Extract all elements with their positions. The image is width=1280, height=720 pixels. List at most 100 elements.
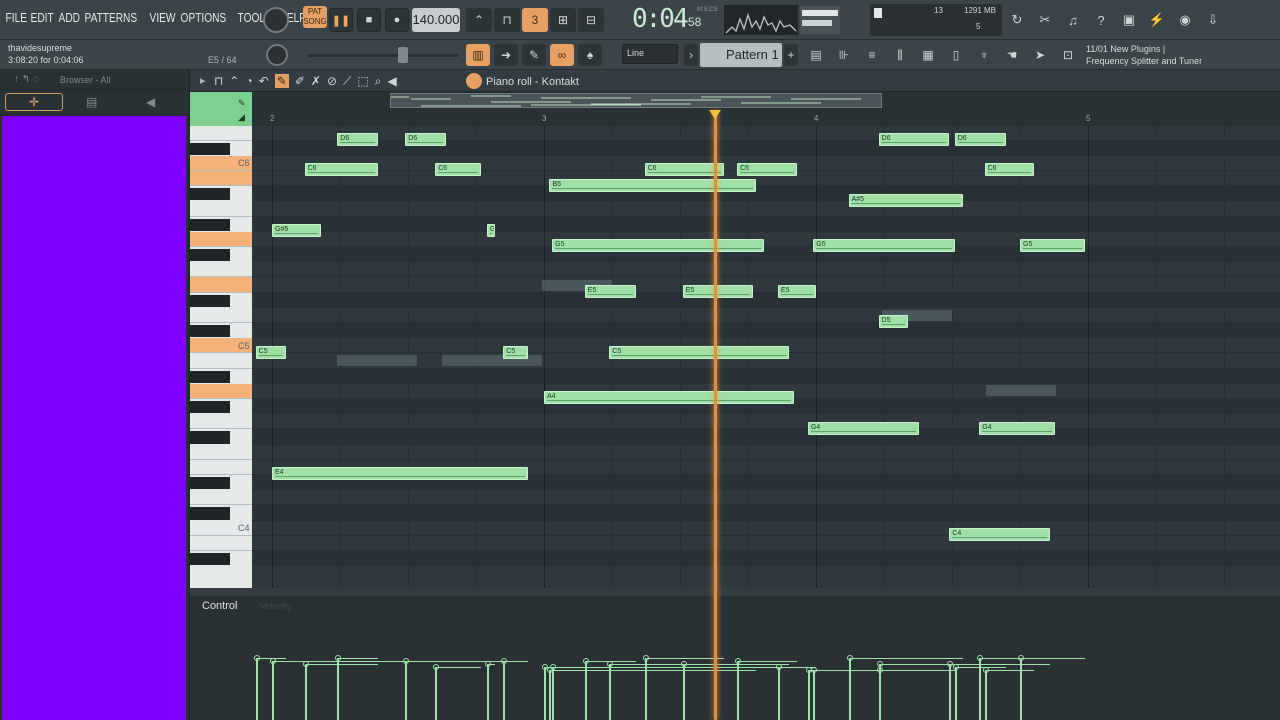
delete-icon[interactable]: ✗	[311, 74, 321, 88]
note-lane[interactable]	[252, 186, 1280, 202]
velocity-stem[interactable]	[949, 664, 952, 720]
note[interactable]: D6	[405, 133, 447, 146]
mixer-button[interactable]: ≡	[860, 44, 884, 66]
note[interactable]: A#5	[848, 193, 963, 207]
stop-button[interactable]: ■	[357, 8, 381, 32]
undo-history-button[interactable]: ↻	[1005, 8, 1029, 32]
speaker-icon[interactable]: ◀	[387, 74, 396, 88]
velocity-stem[interactable]	[549, 670, 552, 720]
velocity-stem[interactable]	[486, 664, 489, 720]
chat-button[interactable]: ◉	[1173, 8, 1197, 32]
note[interactable]: C6	[644, 163, 724, 177]
news-panel[interactable]: 11/01 New Plugins | Frequency Splitter an…	[1086, 43, 1202, 67]
control-label[interactable]: Control	[202, 600, 237, 612]
menu-arrow-icon[interactable]: ▸	[200, 74, 206, 87]
pattern-select[interactable]: Pattern 1	[700, 43, 782, 67]
browser-tab-audio[interactable]: ◀	[146, 95, 155, 109]
note[interactable]: D6	[337, 133, 379, 146]
touch-controller-button[interactable]: ☚	[1000, 44, 1024, 66]
note[interactable]: C5	[609, 345, 789, 359]
note-lane[interactable]	[252, 323, 1280, 339]
oscilloscope[interactable]	[724, 5, 798, 35]
white-key[interactable]	[190, 308, 252, 323]
playhead-marker[interactable]	[709, 110, 721, 119]
menu-options[interactable]: OPTIONS	[179, 10, 228, 25]
white-key[interactable]	[190, 414, 252, 430]
select-icon[interactable]: ⬚	[357, 74, 368, 88]
help-button[interactable]: ?	[1089, 8, 1113, 32]
white-key[interactable]	[190, 536, 252, 551]
playlist-button[interactable]: ▤	[804, 44, 828, 66]
black-key[interactable]	[190, 188, 230, 201]
note-lane[interactable]	[252, 429, 1280, 445]
black-key[interactable]	[190, 294, 230, 307]
undo-icon[interactable]: ↶	[259, 74, 269, 88]
note[interactable]: D6	[954, 133, 1007, 146]
wait-input-button[interactable]: ⊓	[494, 8, 520, 32]
pattern-add-button[interactable]: +	[784, 44, 798, 66]
browser-tab-all[interactable]: ✛	[5, 93, 63, 111]
note-lane[interactable]	[252, 308, 1280, 323]
velocity-stem[interactable]	[737, 661, 740, 720]
white-key[interactable]	[190, 231, 252, 247]
menu-file[interactable]: FILE	[4, 10, 29, 25]
note[interactable]: G#5	[486, 224, 496, 238]
white-key[interactable]	[190, 277, 252, 293]
blend-recording-button[interactable]: ⊟	[578, 8, 604, 32]
note[interactable]: B5	[549, 178, 757, 192]
metronome-icon[interactable]: ⌃	[229, 74, 239, 88]
step-edit-button[interactable]: ⊞	[550, 8, 576, 32]
white-key[interactable]	[190, 171, 252, 187]
snap-icon[interactable]: ◔	[245, 74, 252, 88]
white-key[interactable]	[190, 383, 252, 399]
velocity-stem[interactable]	[272, 661, 274, 720]
save-button[interactable]: ▣	[1117, 8, 1141, 32]
note-grid[interactable]: D6D6C6C6B5C6C6D6D6C6A#5G#5G#5G5G5G5E5E5E…	[252, 126, 1280, 588]
editor-divider[interactable]	[190, 588, 1280, 596]
black-key[interactable]	[190, 507, 230, 520]
note-lane[interactable]	[252, 490, 1280, 506]
velocity-stem[interactable]	[609, 664, 612, 720]
note-lane[interactable]	[252, 247, 1280, 263]
velocity-stem[interactable]	[503, 661, 506, 720]
channel-button[interactable]: ▦	[916, 44, 940, 66]
kontakt-plugin-icon[interactable]	[466, 73, 482, 89]
piano-roll-button[interactable]: ⫼	[888, 44, 912, 66]
black-key[interactable]	[190, 218, 230, 231]
export-button[interactable]: ➤	[1028, 44, 1052, 66]
tempo-field[interactable]: 140.000	[412, 8, 460, 32]
note[interactable]: E5	[584, 285, 637, 298]
menu-view[interactable]: VIEW	[148, 10, 177, 25]
magnet-icon[interactable]: ⊓	[214, 74, 223, 88]
zoom-icon[interactable]: ⌕	[375, 74, 382, 89]
white-key[interactable]	[190, 490, 252, 506]
velocity-stem[interactable]	[807, 670, 810, 720]
next-button[interactable]: ➜	[494, 44, 518, 66]
note[interactable]: G5	[552, 239, 765, 253]
note[interactable]: G5	[1020, 239, 1086, 253]
mute-icon[interactable]: ⊘	[327, 74, 337, 88]
note[interactable]: E5	[777, 285, 816, 298]
velocity-stem[interactable]	[682, 664, 685, 720]
channel-rack-button[interactable]: ⊪	[832, 44, 856, 66]
note-lane[interactable]	[252, 536, 1280, 551]
piano-roll-corner[interactable]: ✎ ◢	[190, 92, 252, 126]
note[interactable]: G#5	[272, 224, 321, 238]
note[interactable]: C4	[949, 528, 1050, 542]
note[interactable]: G4	[979, 421, 1056, 435]
pause-button[interactable]: ❚❚	[329, 8, 353, 32]
velocity-stem[interactable]	[813, 670, 816, 720]
note[interactable]: D5	[878, 315, 909, 329]
note[interactable]: C6	[984, 163, 1034, 177]
note-lane[interactable]	[252, 201, 1280, 217]
note-lane[interactable]	[252, 262, 1280, 278]
note-lane[interactable]	[252, 232, 1280, 247]
velocity-stem[interactable]	[552, 667, 555, 720]
pattern-prev-button[interactable]: ›	[684, 44, 698, 66]
menu-edit[interactable]: EDIT	[29, 10, 55, 25]
white-key[interactable]	[190, 445, 252, 460]
note[interactable]: C6	[304, 163, 379, 177]
note-lane[interactable]	[252, 414, 1280, 430]
note[interactable]: E4	[272, 467, 528, 481]
menu-add[interactable]: ADD	[57, 10, 82, 25]
